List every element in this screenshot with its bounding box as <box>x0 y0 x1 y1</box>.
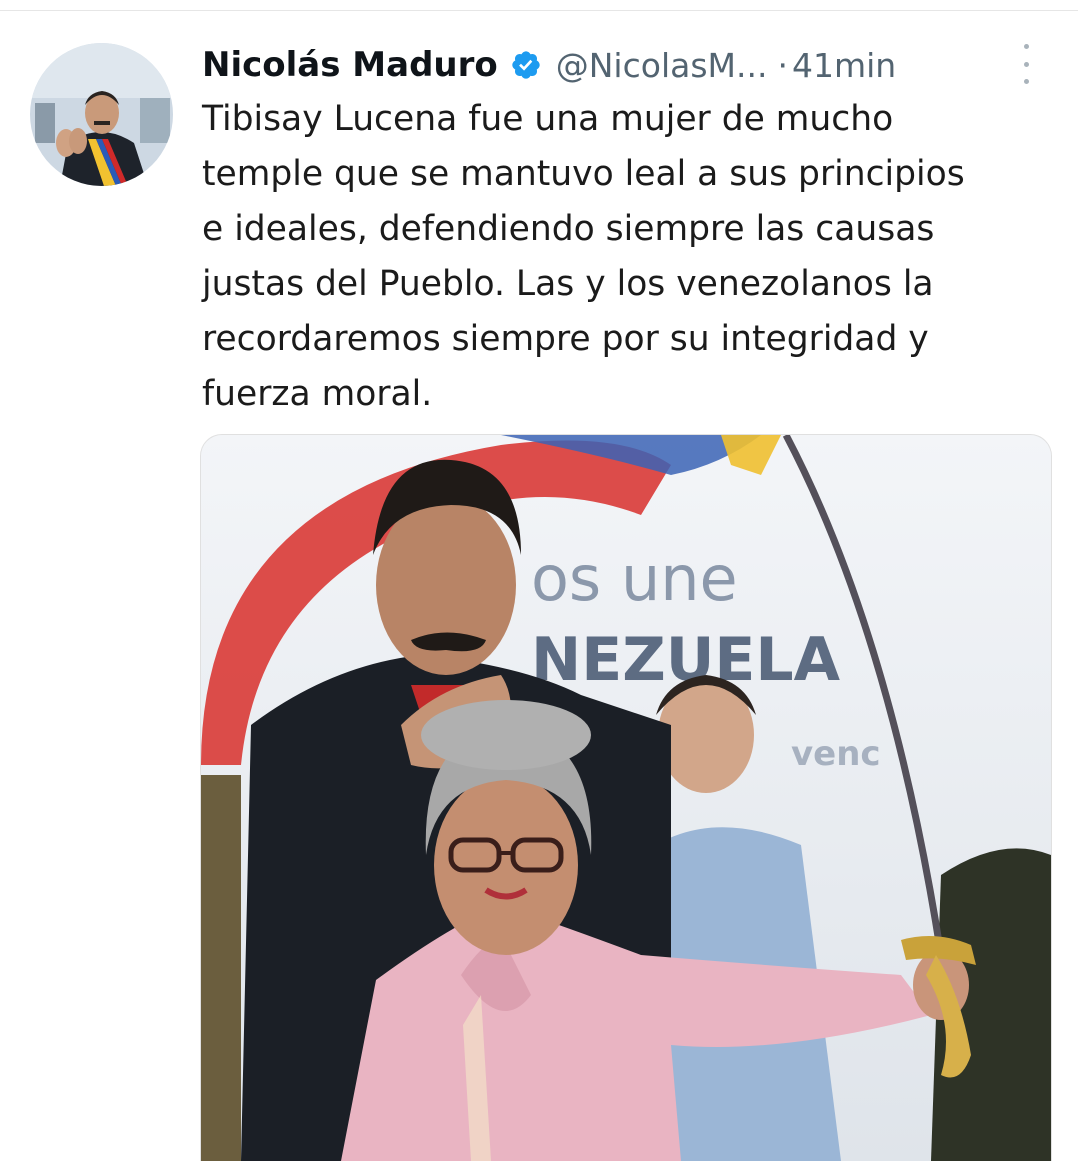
tweet-media-photo[interactable]: os une NEZUELA venc <box>200 434 1052 1161</box>
tweet-timestamp[interactable]: 41min <box>792 46 896 85</box>
avatar[interactable] <box>30 43 173 186</box>
header-separator: · <box>777 45 788 85</box>
author-name[interactable]: Nicolás Maduro <box>202 45 498 85</box>
verified-badge-icon <box>512 51 540 79</box>
banner-text-line3: venc <box>791 734 881 774</box>
tweet-header: Nicolás Maduro @NicolasM... · 41min <box>202 40 1052 90</box>
more-options-icon[interactable] <box>1016 44 1036 84</box>
banner-text-line1: os une <box>531 542 738 615</box>
author-handle[interactable]: @NicolasM... <box>556 46 768 85</box>
top-divider <box>0 10 1078 11</box>
tweet-text: Tibisay Lucena fue una mujer de mucho te… <box>202 99 965 414</box>
